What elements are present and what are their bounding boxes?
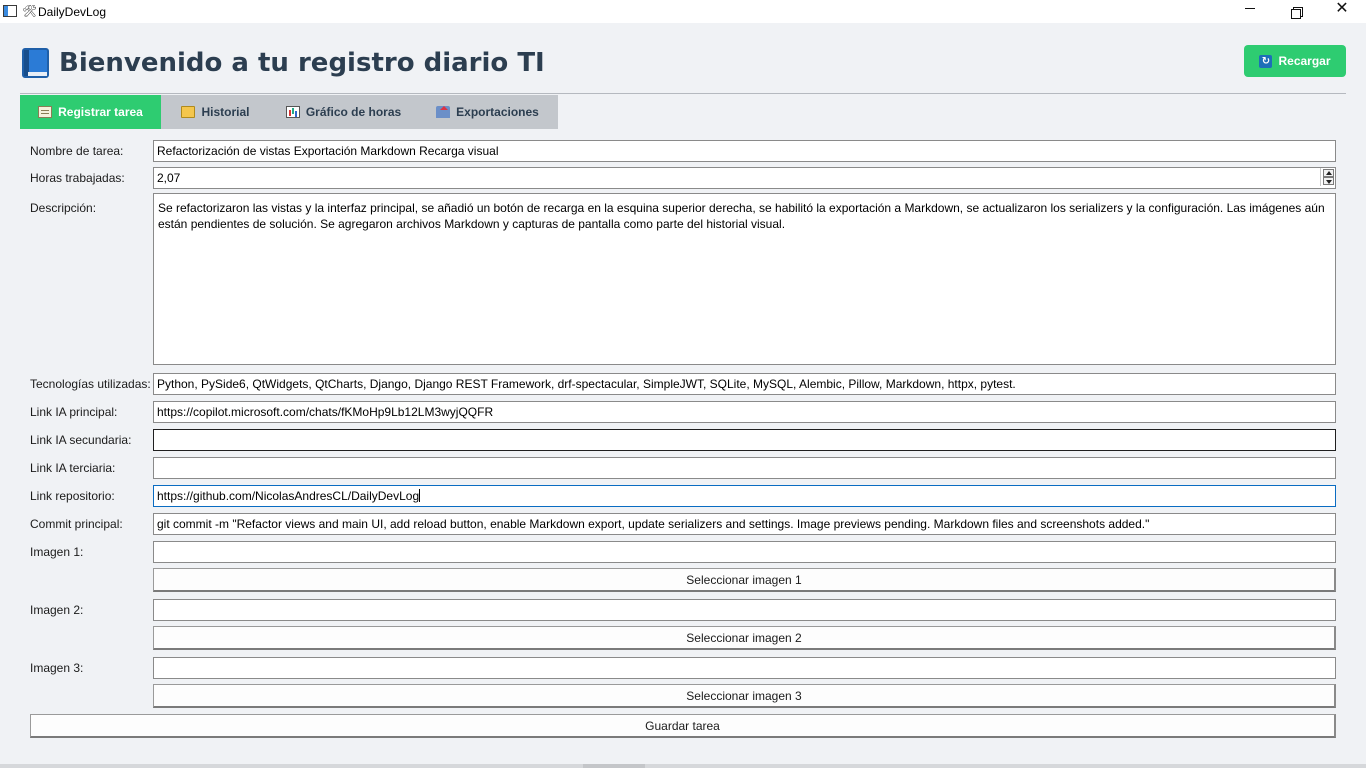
hours-label: Horas trabajadas:: [30, 171, 125, 185]
select-image3-label: Seleccionar imagen 3: [686, 688, 802, 703]
task-name-value: Refactorización de vistas Exportación Ma…: [157, 144, 499, 158]
page-title: Bienvenido a tu registro diario TI: [59, 48, 545, 78]
task-name-input[interactable]: Refactorización de vistas Exportación Ma…: [153, 140, 1336, 162]
minimize-button[interactable]: [1227, 0, 1273, 23]
window-title: DailyDevLog: [38, 5, 107, 19]
description-label: Descripción:: [30, 201, 97, 215]
technologies-input[interactable]: Python, PySide6, QtWidgets, QtCharts, Dj…: [153, 373, 1336, 395]
page-header: Bienvenido a tu registro diario TI: [22, 45, 545, 81]
ai-link-main-value: https://copilot.microsoft.com/chats/fKMo…: [157, 405, 494, 419]
image1-path-input[interactable]: [153, 541, 1336, 563]
commit-value: git commit -m "Refactor views and main U…: [157, 517, 1150, 531]
memo-icon: [38, 106, 53, 118]
folder-icon: [181, 106, 196, 118]
spin-down-icon[interactable]: [1323, 177, 1334, 185]
image3-label: Imagen 3:: [30, 661, 84, 675]
outbox-icon: [436, 106, 451, 118]
image2-path-input[interactable]: [153, 599, 1336, 621]
blue-book-icon: [22, 48, 49, 78]
ai-link-main-input[interactable]: https://copilot.microsoft.com/chats/fKMo…: [153, 401, 1336, 423]
app-window-icon: [3, 5, 17, 17]
task-name-label: Nombre de tarea:: [30, 144, 124, 158]
save-task-label: Guardar tarea: [645, 718, 720, 733]
image3-path-input[interactable]: [153, 657, 1336, 679]
image2-label: Imagen 2:: [30, 603, 84, 617]
tab-label: Gráfico de horas: [305, 105, 402, 119]
technologies-label: Tecnologías utilizadas:: [30, 377, 151, 391]
reload-button[interactable]: ↻ Recargar: [1244, 45, 1346, 77]
main-tabs: Registrar tarea Historial Gráfico de hor…: [20, 95, 558, 129]
tab-registrar-tarea[interactable]: Registrar tarea: [20, 95, 161, 129]
tab-exportaciones[interactable]: Exportaciones: [417, 95, 558, 129]
spin-up-icon[interactable]: [1323, 169, 1334, 177]
tab-historial[interactable]: Historial: [161, 95, 270, 129]
select-image1-label: Seleccionar imagen 1: [686, 572, 802, 587]
description-textarea[interactable]: Se refactorizaron las vistas y la interf…: [153, 193, 1336, 365]
reload-icon: ↻: [1259, 54, 1273, 68]
window-titlebar: 🛠 DailyDevLog ✕: [0, 0, 1366, 23]
reload-button-label: Recargar: [1278, 54, 1331, 68]
close-window-button[interactable]: ✕: [1319, 0, 1365, 23]
restore-icon: [1291, 6, 1303, 19]
repo-link-input[interactable]: https://github.com/NicolasAndresCL/Daily…: [153, 485, 1336, 507]
hours-stepper[interactable]: [1320, 168, 1335, 186]
tools-icon: 🛠: [22, 4, 38, 18]
image1-label: Imagen 1:: [30, 545, 84, 559]
hours-spinbox[interactable]: 2,07: [153, 167, 1336, 189]
select-image3-button[interactable]: Seleccionar imagen 3: [153, 684, 1336, 708]
tab-label: Registrar tarea: [58, 105, 143, 119]
technologies-value: Python, PySide6, QtWidgets, QtCharts, Dj…: [157, 377, 1016, 391]
tab-label: Historial: [201, 105, 250, 119]
hours-value: 2,07: [157, 171, 181, 185]
header-divider: [20, 93, 1346, 94]
repo-link-value: https://github.com/NicolasAndresCL/Daily…: [157, 489, 420, 503]
ai-link-secondary-label: Link IA secundaria:: [30, 433, 132, 447]
ai-link-tertiary-label: Link IA terciaria:: [30, 461, 116, 475]
minimize-icon: [1245, 8, 1255, 9]
restore-button[interactable]: [1273, 0, 1319, 23]
close-icon: ✕: [1335, 0, 1349, 17]
tab-grafico-de-horas[interactable]: Gráfico de horas: [270, 95, 417, 129]
ai-link-secondary-input[interactable]: [153, 429, 1336, 451]
tab-label: Exportaciones: [456, 105, 539, 119]
text-caret: [419, 489, 421, 502]
description-value: Se refactorizaron las vistas y la interf…: [158, 201, 1325, 231]
bar-chart-icon: [285, 106, 300, 118]
save-task-button[interactable]: Guardar tarea: [30, 714, 1336, 738]
window-bottom-edge: [0, 764, 1366, 768]
select-image2-button[interactable]: Seleccionar imagen 2: [153, 626, 1336, 650]
repo-link-label: Link repositorio:: [30, 489, 115, 503]
commit-input[interactable]: git commit -m "Refactor views and main U…: [153, 513, 1336, 535]
commit-label: Commit principal:: [30, 517, 123, 531]
select-image1-button[interactable]: Seleccionar imagen 1: [153, 568, 1336, 592]
ai-link-main-label: Link IA principal:: [30, 405, 118, 419]
ai-link-tertiary-input[interactable]: [153, 457, 1336, 479]
select-image2-label: Seleccionar imagen 2: [686, 630, 802, 645]
